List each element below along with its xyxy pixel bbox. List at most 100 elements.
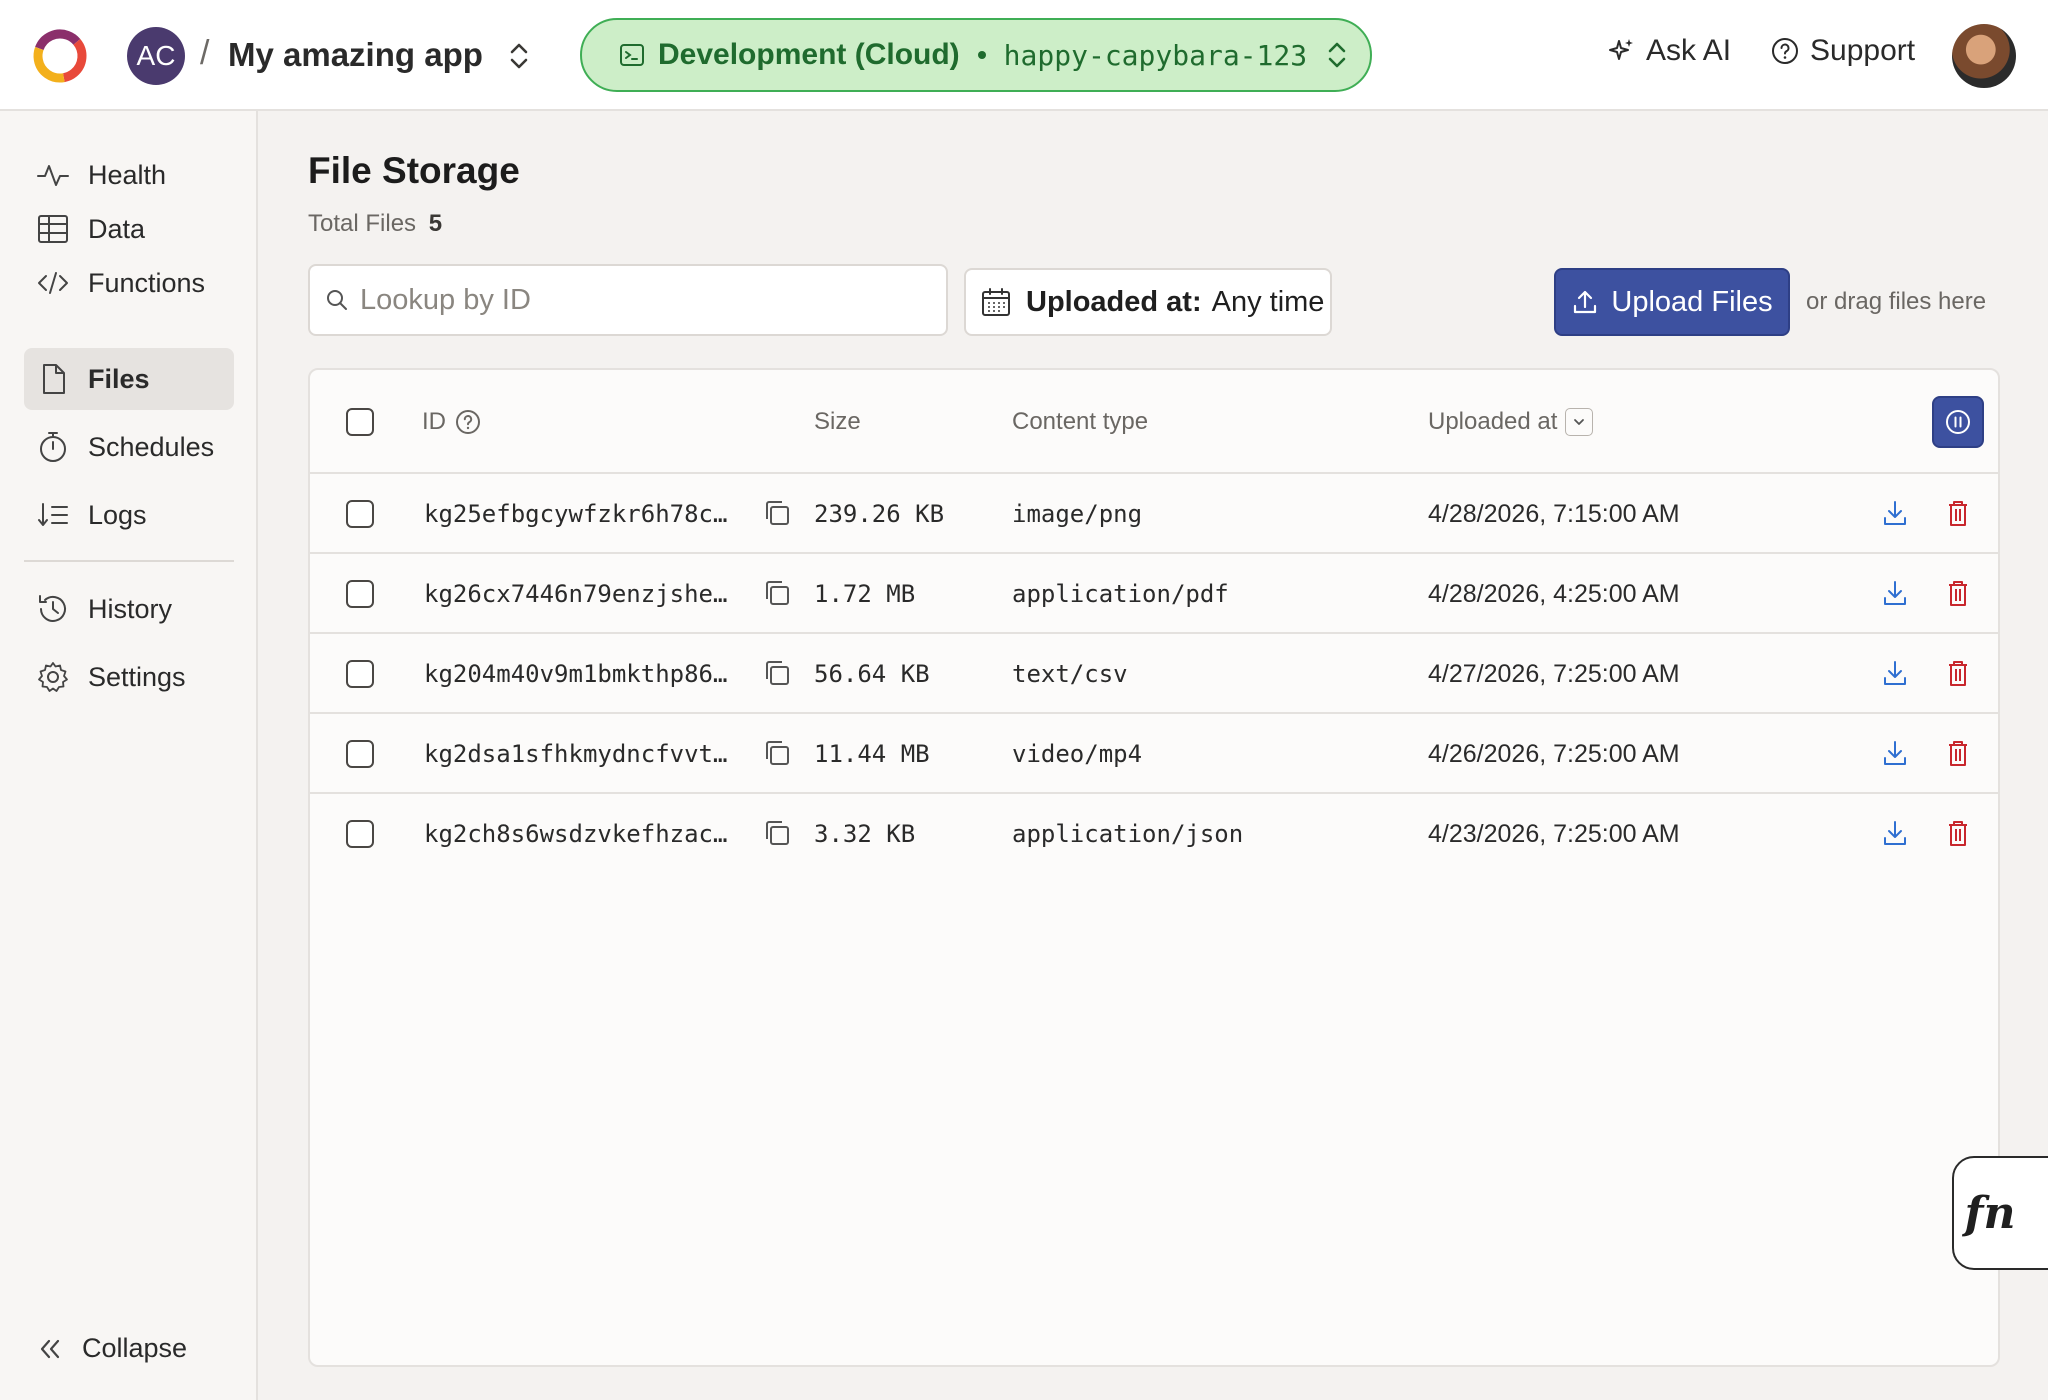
upload-icon <box>1574 290 1597 314</box>
select-all-checkbox[interactable] <box>346 408 374 436</box>
trash-icon[interactable] <box>1944 578 1972 608</box>
file-id: kg204m40v9m1bmkthp86… <box>424 660 728 688</box>
sidebar-item-files[interactable]: Files <box>24 348 234 410</box>
stopwatch-icon <box>40 432 66 462</box>
search-box <box>308 264 948 336</box>
project-switcher-chevron-icon[interactable] <box>504 38 534 74</box>
copy-icon[interactable] <box>762 818 792 848</box>
file-id: kg26cx7446n79enzjshe… <box>424 580 728 608</box>
download-icon[interactable] <box>1880 818 1910 848</box>
breadcrumb-separator: / <box>200 34 210 72</box>
trash-icon[interactable] <box>1944 818 1972 848</box>
uploaded-at-filter[interactable]: Uploaded at: Any time <box>964 268 1332 336</box>
download-icon[interactable] <box>1880 498 1910 528</box>
table-row: kg2dsa1sfhkmydncfvvt… 11.44 MB video/mp4… <box>310 714 1998 794</box>
download-icon[interactable] <box>1880 658 1910 688</box>
copy-icon[interactable] <box>762 498 792 528</box>
file-content-type: application/pdf <box>1012 580 1229 608</box>
sidebar-item-history[interactable]: History <box>24 578 234 640</box>
sidebar-item-settings[interactable]: Settings <box>24 646 234 708</box>
logs-icon <box>38 503 68 526</box>
row-select-checkbox[interactable] <box>346 740 374 768</box>
ask-ai-button[interactable]: Ask AI <box>1606 34 1731 68</box>
ask-ai-label: Ask AI <box>1646 34 1732 67</box>
chevron-up-down-icon <box>1328 42 1346 68</box>
chevron-down-icon <box>1574 419 1585 425</box>
project-name[interactable]: My amazing app <box>228 36 483 74</box>
terminal-icon <box>620 44 644 66</box>
team-avatar[interactable]: AC <box>127 27 185 85</box>
sidebar-item-label: Logs <box>88 499 147 530</box>
file-size: 3.32 KB <box>814 820 916 848</box>
sidebar-item-data[interactable]: Data <box>24 198 234 260</box>
sidebar-item-health[interactable]: Health <box>24 144 234 206</box>
user-avatar[interactable] <box>1952 24 2016 88</box>
sparkle-icon <box>1609 39 1633 60</box>
total-files-label: Total Files <box>308 210 417 237</box>
deployment-name: happy-capybara-123 <box>1003 38 1308 72</box>
column-header-id: ID <box>422 408 482 436</box>
copy-icon[interactable] <box>762 578 792 608</box>
sort-uploaded-at-button[interactable] <box>1565 408 1594 436</box>
table-row: kg26cx7446n79enzjshe… 1.72 MB applicatio… <box>310 554 1998 634</box>
files-table: ID Size Content type Uploaded at kg25efb… <box>308 368 2000 1367</box>
row-select-checkbox[interactable] <box>346 820 374 848</box>
file-content-type: application/json <box>1012 820 1244 848</box>
file-uploaded-at: 4/28/2026, 4:25:00 AM <box>1428 580 1680 608</box>
sidebar-item-functions[interactable]: Functions <box>24 252 234 314</box>
file-uploaded-at: 4/27/2026, 7:25:00 AM <box>1428 660 1680 688</box>
help-circle-icon <box>1772 38 1798 64</box>
sidebar: Health Data Functions Files Schedules Lo… <box>0 111 258 1400</box>
file-content-type: image/png <box>1012 500 1143 528</box>
search-icon <box>327 290 347 310</box>
environment-label: Development (Cloud) <box>658 38 960 71</box>
row-select-checkbox[interactable] <box>346 660 374 688</box>
sidebar-item-label: Health <box>88 159 167 190</box>
date-filter-value: Any time <box>1211 285 1325 318</box>
copy-icon[interactable] <box>762 738 792 768</box>
copy-icon[interactable] <box>762 658 792 688</box>
sidebar-item-logs[interactable]: Logs <box>24 484 234 546</box>
upload-files-button[interactable]: Upload Files <box>1554 268 1790 336</box>
drag-hint: or drag files here <box>1806 288 1987 315</box>
function-runner-button[interactable]: fn <box>1952 1156 2048 1270</box>
file-uploaded-at: 4/28/2026, 7:15:00 AM <box>1428 500 1680 528</box>
sidebar-item-label: History <box>88 593 173 624</box>
collapse-sidebar-button[interactable]: Collapse <box>36 1333 187 1364</box>
file-uploaded-at: 4/23/2026, 7:25:00 AM <box>1428 820 1680 848</box>
file-id: kg25efbgcywfzkr6h78c… <box>424 500 728 528</box>
trash-icon[interactable] <box>1944 498 1972 528</box>
history-icon <box>39 595 66 622</box>
trash-icon[interactable] <box>1944 658 1972 688</box>
file-content-type: text/csv <box>1012 660 1128 688</box>
download-icon[interactable] <box>1880 578 1910 608</box>
trash-icon[interactable] <box>1944 738 1972 768</box>
table-header: ID Size Content type Uploaded at <box>310 370 1998 474</box>
code-icon <box>38 272 68 294</box>
file-content-type: video/mp4 <box>1012 740 1143 768</box>
sidebar-item-label: Functions <box>88 267 206 298</box>
lookup-by-id-input[interactable] <box>360 283 920 317</box>
sidebar-item-schedules[interactable]: Schedules <box>24 416 234 478</box>
pause-live-updates-button[interactable] <box>1932 396 1984 448</box>
help-circle-icon[interactable] <box>454 408 482 436</box>
environment-selector[interactable]: Development (Cloud) happy-capybara-123 <box>580 18 1372 92</box>
sidebar-item-label: Data <box>88 213 146 244</box>
download-icon[interactable] <box>1880 738 1910 768</box>
date-filter-label: Uploaded at: <box>1026 285 1202 318</box>
calendar-icon <box>982 288 1010 316</box>
file-size: 11.44 MB <box>814 740 930 768</box>
app-logo-icon[interactable] <box>30 26 90 86</box>
row-select-checkbox[interactable] <box>346 580 374 608</box>
file-icon <box>43 364 65 394</box>
file-size: 239.26 KB <box>814 500 945 528</box>
support-button[interactable]: Support <box>1770 34 1915 68</box>
sidebar-item-label: Files <box>88 363 150 394</box>
column-header-size: Size <box>814 408 861 435</box>
gear-icon <box>38 662 68 692</box>
row-select-checkbox[interactable] <box>346 500 374 528</box>
file-id: kg2dsa1sfhkmydncfvvt… <box>424 740 728 768</box>
upload-files-label: Upload Files <box>1611 285 1773 318</box>
chevrons-left-icon <box>40 1339 60 1358</box>
column-header-label: Uploaded at <box>1428 408 1558 435</box>
